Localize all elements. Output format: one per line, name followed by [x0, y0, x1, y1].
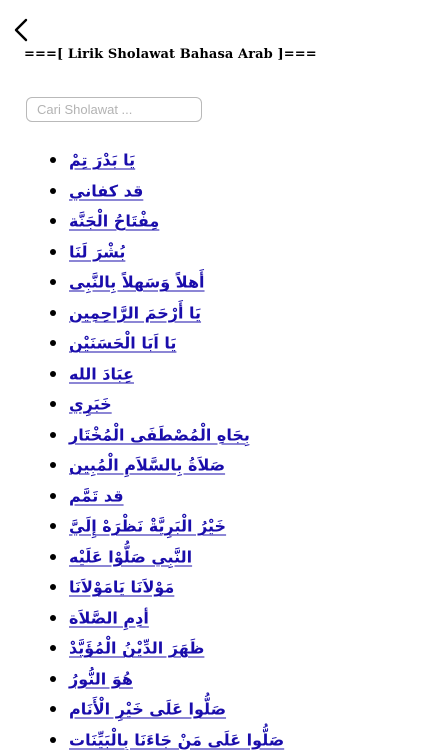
sholawat-link[interactable]: ظَهَرَ الدِّيْنُ الْمُؤَيَّدْ	[69, 639, 204, 658]
list-item: بُشْرَ لَنَا	[0, 237, 422, 268]
bullet	[50, 218, 56, 225]
bullet	[50, 187, 56, 194]
list-item: يَا اَبَا الْحَسَنَيْن	[0, 328, 422, 359]
chevron-left-icon	[8, 14, 36, 46]
list-item: قد تَمَّم	[0, 481, 422, 512]
sholawat-link[interactable]: صَلُّوا عَلَى مَنْ جَاءَنَا بِالْبَيِّنَ…	[69, 730, 284, 749]
sholawat-link[interactable]: أدِمِ الصَّلاَة	[69, 608, 149, 627]
list-item: خَبَرِي	[0, 389, 422, 420]
back-button[interactable]	[8, 14, 36, 46]
sholawat-link[interactable]: خَيْرُ الْبَرِيَّةْ نَظْرَهْ إِلَيَّ	[69, 517, 226, 536]
bullet	[50, 462, 56, 469]
bullet	[50, 401, 56, 408]
sholawat-link[interactable]: خَبَرِي	[69, 395, 112, 414]
list-item: هُوَ النُّورُ	[0, 664, 422, 695]
search-input[interactable]	[27, 98, 201, 121]
list-item: النَّبِي صَلُّوْا عَلَيْه	[0, 542, 422, 573]
sholawat-link[interactable]: بِجَاهِ الْمُصْطَفَى الْمُخْتَار	[69, 425, 250, 444]
bullet	[50, 553, 56, 560]
list-item: يَا أَرْحَمَ الرَّاحِمِين	[0, 298, 422, 329]
sholawat-list: يَا بَدْرَ تِمْ قد كفاني مِفْتَاحُ الْجَ…	[0, 145, 422, 750]
sholawat-link[interactable]: عِبَادَ الله	[69, 364, 134, 383]
list-item: عِبَادَ الله	[0, 359, 422, 390]
bullet	[50, 584, 56, 591]
sholawat-link[interactable]: هُوَ النُّورُ	[69, 669, 133, 688]
list-item: صَلُّوا عَلَى خَيْرِ الْأَنَام	[0, 694, 422, 725]
list-item: قد كفاني	[0, 176, 422, 207]
sholawat-link[interactable]: يَا أَرْحَمَ الرَّاحِمِين	[69, 303, 201, 322]
bullet	[50, 523, 56, 530]
sholawat-link[interactable]: أَهلاً وَسَهلاً بِالنَّبِى	[69, 273, 205, 292]
search-box	[26, 97, 202, 122]
page-title: ===[ Lirik Sholawat Bahasa Arab ]===	[24, 47, 317, 62]
bullet	[50, 706, 56, 713]
sholawat-link[interactable]: يَا بَدْرَ تِمْ	[69, 151, 135, 170]
sholawat-link[interactable]: النَّبِي صَلُّوْا عَلَيْه	[69, 547, 192, 566]
sholawat-link[interactable]: صَلاَةُ بِالسَّلاَمِ الْمُبِين	[69, 456, 225, 475]
list-item: صَلُّوا عَلَى مَنْ جَاءَنَا بِالْبَيِّنَ…	[0, 725, 422, 750]
list-item: ظَهَرَ الدِّيْنُ الْمُؤَيَّدْ	[0, 633, 422, 664]
bullet	[50, 431, 56, 438]
sholawat-link[interactable]: يَا اَبَا الْحَسَنَيْن	[69, 334, 176, 353]
bullet	[50, 309, 56, 316]
sholawat-link[interactable]: قد كفاني	[69, 181, 143, 200]
bullet	[50, 614, 56, 621]
bullet	[50, 248, 56, 255]
list-item: مَوْلاَنَا يَامَوْلاَنَا	[0, 572, 422, 603]
bullet	[50, 492, 56, 499]
bullet	[50, 675, 56, 682]
list-item: بِجَاهِ الْمُصْطَفَى الْمُخْتَار	[0, 420, 422, 451]
list-item: أدِمِ الصَّلاَة	[0, 603, 422, 634]
bullet	[50, 370, 56, 377]
list-item: يَا بَدْرَ تِمْ	[0, 145, 422, 176]
list-item: صَلاَةُ بِالسَّلاَمِ الْمُبِين	[0, 450, 422, 481]
list-item: أَهلاً وَسَهلاً بِالنَّبِى	[0, 267, 422, 298]
bullet	[50, 279, 56, 286]
bullet	[50, 736, 56, 743]
bullet	[50, 645, 56, 652]
sholawat-link[interactable]: صَلُّوا عَلَى خَيْرِ الْأَنَام	[69, 700, 226, 719]
sholawat-link[interactable]: بُشْرَ لَنَا	[69, 242, 125, 261]
list-item: خَيْرُ الْبَرِيَّةْ نَظْرَهْ إِلَيَّ	[0, 511, 422, 542]
sholawat-link[interactable]: مَوْلاَنَا يَامَوْلاَنَا	[69, 578, 174, 597]
sholawat-link[interactable]: قد تَمَّم	[69, 486, 124, 505]
sholawat-link[interactable]: مِفْتَاحُ الْجَنَّة	[69, 212, 159, 231]
list-item: مِفْتَاحُ الْجَنَّة	[0, 206, 422, 237]
bullet	[50, 157, 56, 164]
bullet	[50, 340, 56, 347]
